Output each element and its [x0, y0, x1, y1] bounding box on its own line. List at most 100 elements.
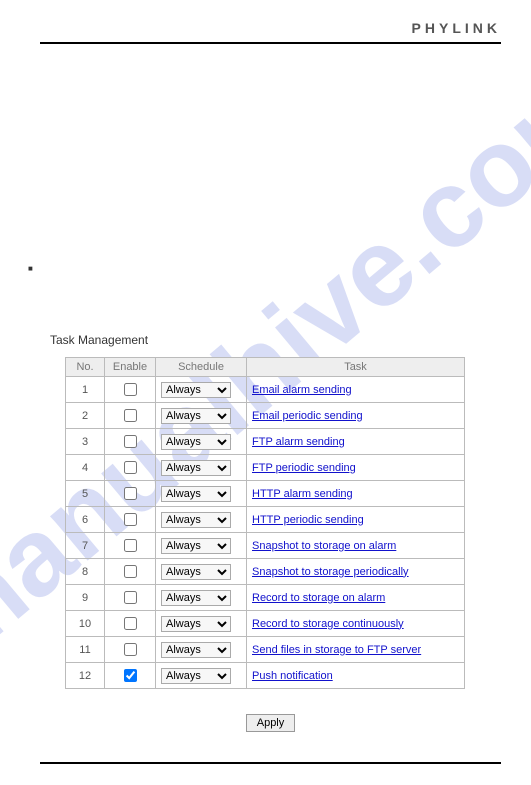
enable-checkbox[interactable] [124, 565, 137, 578]
schedule-select[interactable]: Always [161, 434, 231, 450]
schedule-select[interactable]: Always [161, 642, 231, 658]
task-link[interactable]: Email periodic sending [252, 410, 363, 422]
row-task-cell: FTP alarm sending [247, 429, 465, 455]
apply-button[interactable]: Apply [246, 714, 296, 732]
row-task-cell: Send files in storage to FTP server [247, 637, 465, 663]
row-schedule-cell: Always [156, 481, 247, 507]
row-schedule-cell: Always [156, 585, 247, 611]
row-number: 2 [66, 403, 105, 429]
task-table: No. Enable Schedule Task 1 Always Email al… [65, 357, 465, 689]
enable-checkbox[interactable] [124, 461, 137, 474]
row-number: 3 [66, 429, 105, 455]
task-link[interactable]: Snapshot to storage periodically [252, 566, 409, 578]
schedule-select[interactable]: Always [161, 564, 231, 580]
schedule-select[interactable]: Always [161, 382, 231, 398]
row-enable-cell [105, 559, 156, 585]
schedule-select[interactable]: Always [161, 590, 231, 606]
table-row: 9 Always Record to storage on alarm [66, 585, 465, 611]
enable-checkbox[interactable] [124, 409, 137, 422]
table-row: 3 Always FTP alarm sending [66, 429, 465, 455]
enable-checkbox[interactable] [124, 435, 137, 448]
row-number: 4 [66, 455, 105, 481]
table-row: 6 Always HTTP periodic sending [66, 507, 465, 533]
task-link[interactable]: Record to storage continuously [252, 618, 404, 630]
col-schedule: Schedule [156, 358, 247, 377]
row-enable-cell [105, 533, 156, 559]
row-enable-cell [105, 663, 156, 689]
row-schedule-cell: Always [156, 533, 247, 559]
task-link[interactable]: Record to storage on alarm [252, 592, 385, 604]
task-link[interactable]: Email alarm sending [252, 384, 352, 396]
schedule-select[interactable]: Always [161, 616, 231, 632]
table-row: 11AlwaysSend files in storage to FTP ser… [66, 637, 465, 663]
section-title: Task Management [50, 333, 501, 347]
row-number: 8 [66, 559, 105, 585]
table-header-row: No. Enable Schedule Task [66, 358, 465, 377]
enable-checkbox[interactable] [124, 487, 137, 500]
row-enable-cell [105, 585, 156, 611]
row-number: 10 [66, 611, 105, 637]
row-task-cell: Snapshot to storage periodically [247, 559, 465, 585]
enable-checkbox[interactable] [124, 591, 137, 604]
task-link[interactable]: Send files in storage to FTP server [252, 644, 421, 656]
row-enable-cell [105, 377, 156, 403]
row-task-cell: Email periodic sending [247, 403, 465, 429]
row-enable-cell [105, 429, 156, 455]
task-link[interactable]: Push notification [252, 670, 333, 682]
row-number: 1 [66, 377, 105, 403]
row-schedule-cell: Always [156, 403, 247, 429]
row-enable-cell [105, 455, 156, 481]
row-number: 7 [66, 533, 105, 559]
enable-checkbox[interactable] [124, 539, 137, 552]
row-schedule-cell: Always [156, 455, 247, 481]
row-task-cell: Push notification [247, 663, 465, 689]
row-enable-cell [105, 481, 156, 507]
row-task-cell: FTP periodic sending [247, 455, 465, 481]
task-link[interactable]: HTTP alarm sending [252, 488, 353, 500]
row-task-cell: Record to storage on alarm [247, 585, 465, 611]
schedule-select[interactable]: Always [161, 538, 231, 554]
task-link[interactable]: FTP periodic sending [252, 462, 356, 474]
row-task-cell: HTTP alarm sending [247, 481, 465, 507]
table-row: 1 Always Email alarm sending [66, 377, 465, 403]
brand-header: PHYLINK [40, 20, 501, 44]
table-row: 7 Always Snapshot to storage on alarm [66, 533, 465, 559]
row-schedule-cell: Always [156, 429, 247, 455]
enable-checkbox[interactable] [124, 513, 137, 526]
task-link[interactable]: HTTP periodic sending [252, 514, 364, 526]
row-schedule-cell: Always [156, 559, 247, 585]
row-schedule-cell: Always [156, 611, 247, 637]
row-number: 9 [66, 585, 105, 611]
row-schedule-cell: Always [156, 377, 247, 403]
table-row: 12 Always Push notification [66, 663, 465, 689]
row-schedule-cell: Always [156, 663, 247, 689]
task-link[interactable]: Snapshot to storage on alarm [252, 540, 396, 552]
enable-checkbox[interactable] [124, 617, 137, 630]
row-number: 6 [66, 507, 105, 533]
enable-checkbox[interactable] [124, 383, 137, 396]
row-enable-cell [105, 611, 156, 637]
row-number: 5 [66, 481, 105, 507]
row-number: 12 [66, 663, 105, 689]
table-row: 2 Always Email periodic sending [66, 403, 465, 429]
col-no: No. [66, 358, 105, 377]
enable-checkbox[interactable] [124, 669, 137, 682]
row-schedule-cell: Always [156, 507, 247, 533]
enable-checkbox[interactable] [124, 643, 137, 656]
schedule-select[interactable]: Always [161, 460, 231, 476]
col-enable: Enable [105, 358, 156, 377]
schedule-select[interactable]: Always [161, 668, 231, 684]
row-task-cell: Email alarm sending [247, 377, 465, 403]
row-task-cell: HTTP periodic sending [247, 507, 465, 533]
footer-divider [40, 762, 501, 765]
table-row: 8 Always Snapshot to storage periodically [66, 559, 465, 585]
schedule-select[interactable]: Always [161, 408, 231, 424]
task-link[interactable]: FTP alarm sending [252, 436, 345, 448]
bullet-marker: ■ [28, 264, 501, 273]
row-schedule-cell: Always [156, 637, 247, 663]
schedule-select[interactable]: Always [161, 512, 231, 528]
row-enable-cell [105, 403, 156, 429]
table-row: 10 Always Record to storage continuously [66, 611, 465, 637]
table-row: 4 Always FTP periodic sending [66, 455, 465, 481]
schedule-select[interactable]: Always [161, 486, 231, 502]
